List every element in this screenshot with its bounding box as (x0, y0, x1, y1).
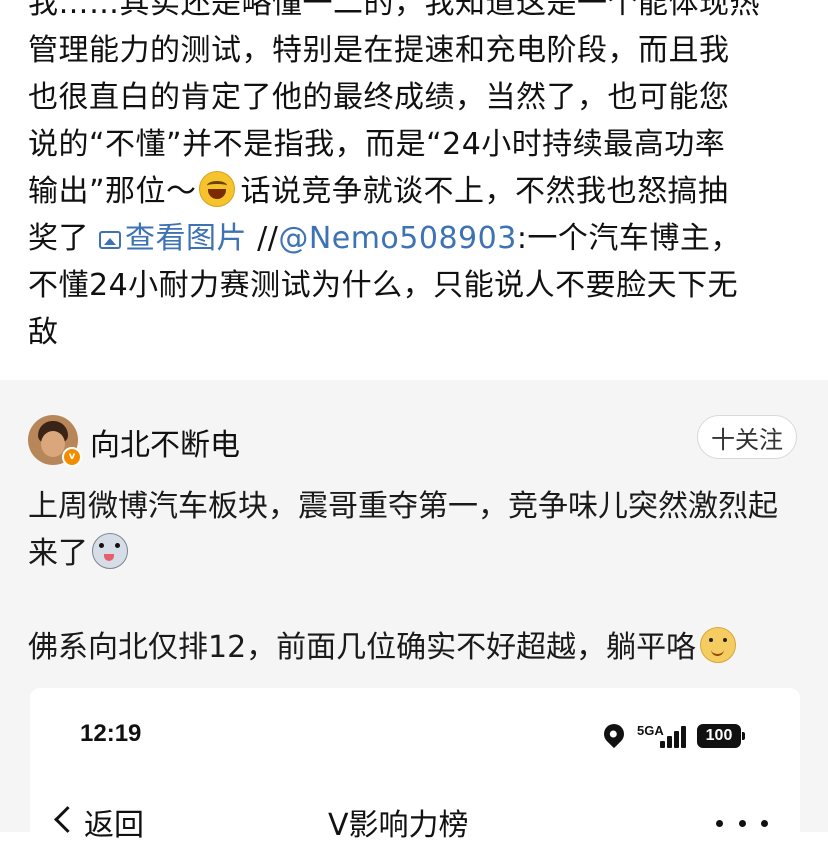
repost-text: :一个汽车博主， (516, 221, 741, 256)
comment-text: 上周微博汽车板块，震哥重夺第一，竞争味儿突然激烈起 来了 佛系向北仅排12，前面… (28, 483, 808, 671)
view-image-label: 查看图片 (125, 221, 248, 256)
post-line-5b: 话说竞争就谈不上，不然我也怒搞抽 (240, 174, 729, 209)
husky-emoji-icon (92, 533, 128, 569)
follow-button[interactable]: 十关注 (697, 415, 797, 459)
post-line-4: 说的“不懂”并不是指我，而是“24小时持续最高功率 (28, 127, 726, 162)
post-line-6: 奖了 查看图片 //@Nemo508903:一个汽车博主， (28, 215, 808, 262)
nav-title: V影响力榜 (328, 808, 469, 843)
verified-badge: v (62, 447, 82, 467)
post-line-5: 输出”那位～ 话说竞争就谈不上，不然我也怒搞抽 (28, 168, 808, 215)
view-image-link[interactable]: 查看图片 (99, 221, 247, 256)
post-line-8: 敌 (28, 315, 59, 350)
post-line-1: 我……其实还是略懂一二的，我知道这是一个能体现热 (28, 0, 760, 21)
comment-line-1: 上周微博汽车板块，震哥重夺第一，竞争味儿突然激烈起 (28, 489, 778, 524)
more-icon[interactable] (716, 820, 768, 828)
back-label[interactable]: 返回 (84, 800, 144, 844)
username[interactable]: 向北不断电 (90, 420, 240, 464)
comment-spacer (28, 577, 808, 624)
post-content: 我……其实还是略懂一二的，我知道这是一个能体现热 管理能力的测试，特别是在提速和… (0, 0, 828, 380)
signal-icon (660, 724, 688, 748)
post-line-7: 不懂24小耐力赛测试为什么，只能说人不要脸天下无 (28, 268, 739, 303)
repost-separator: // (257, 221, 279, 256)
post-line-3: 也很直白的肯定了他的最终成绩，当然了，也可能您 (28, 80, 730, 115)
comment-line-3-text: 佛系向北仅排12，前面几位确实不好超越，躺平咯 (28, 630, 697, 665)
comment-line-3: 佛系向北仅排12，前面几位确实不好超越，躺平咯 (28, 624, 808, 671)
laughing-tears-icon (198, 171, 235, 207)
comment-line-2-text: 来了 (28, 536, 88, 571)
battery-icon: 100 (697, 724, 745, 748)
post-text: 我……其实还是略懂一二的，我知道这是一个能体现热 管理能力的测试，特别是在提速和… (28, 0, 808, 356)
post-line-6a: 奖了 (28, 221, 89, 256)
image-icon (99, 231, 122, 249)
mention-link[interactable]: @Nemo508903 (278, 221, 517, 256)
comment-line-2: 来了 (28, 530, 808, 577)
status-time: 12:19 (80, 720, 142, 747)
post-line-5a: 输出”那位～ (28, 174, 197, 209)
doge-emoji-icon (700, 627, 737, 663)
post-line-2: 管理能力的测试，特别是在提速和充电阶段，而且我 (28, 33, 730, 68)
